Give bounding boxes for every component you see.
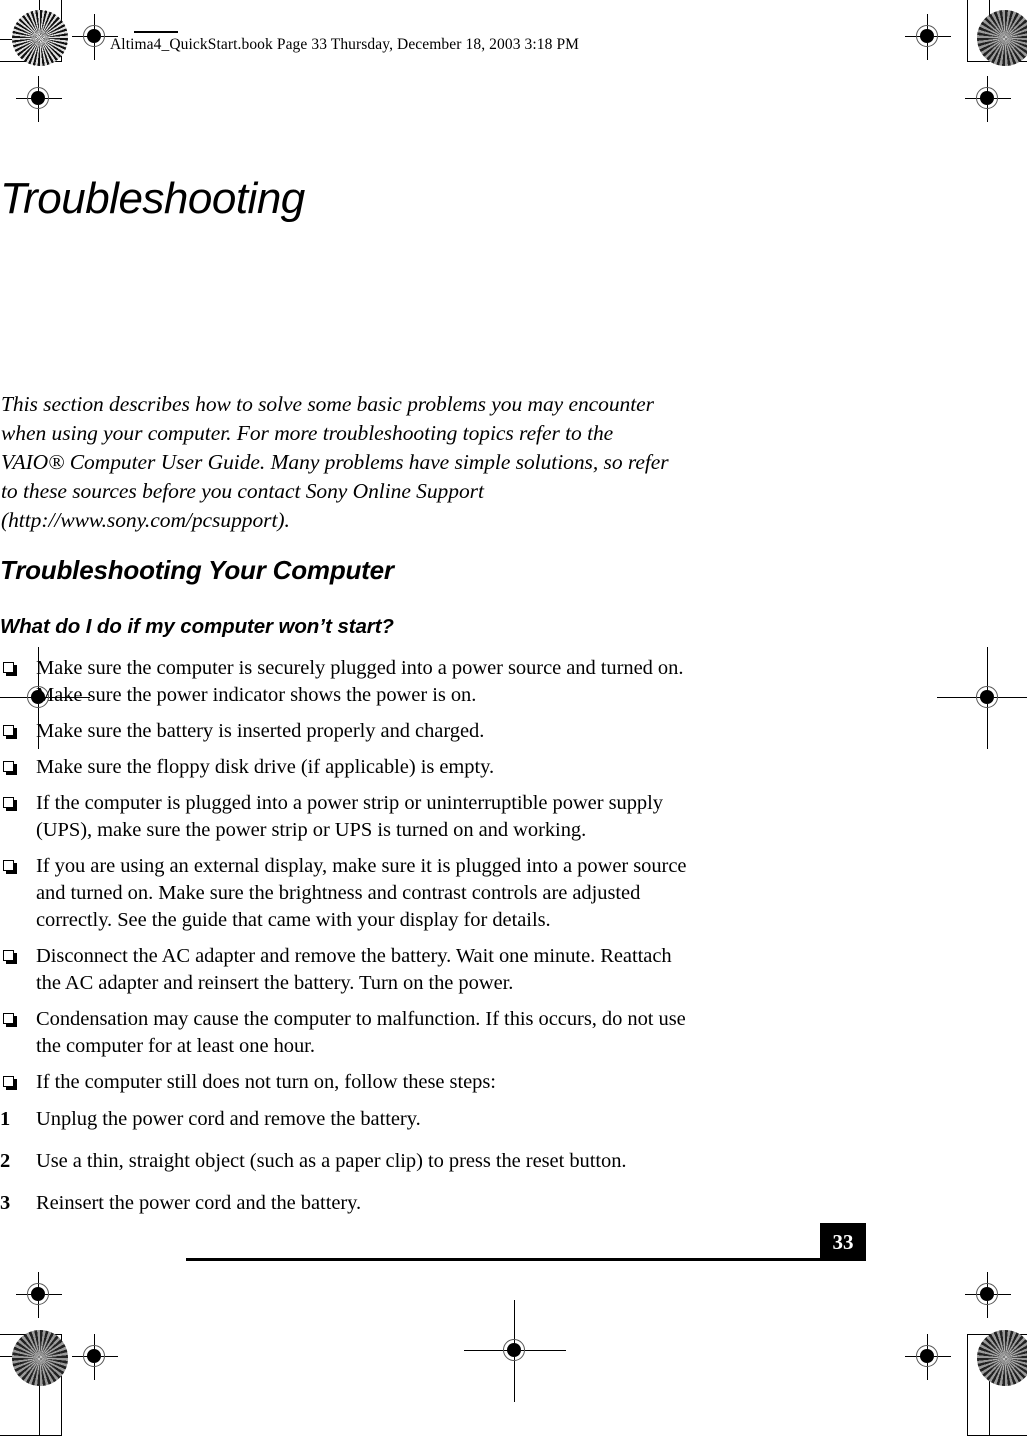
step-item: 3 Reinsert the power cord and the batter… — [0, 1190, 690, 1217]
registration-target-bottom-left-outer — [16, 1272, 62, 1318]
numbered-step-list: 1 Unplug the power cord and remove the b… — [0, 1106, 690, 1217]
crop-box-bottom-left-outer — [0, 1334, 62, 1436]
square-bullet-icon — [3, 950, 17, 964]
halftone-rosette-bottom-left — [12, 1330, 68, 1386]
crop-box-top-left-inner — [0, 0, 40, 40]
registration-target-bottom-right-outer — [965, 1272, 1011, 1318]
square-bullet-icon — [3, 797, 17, 811]
list-item: Make sure the computer is securely plugg… — [0, 655, 690, 709]
list-item-text: If the computer is plugged into a power … — [36, 792, 663, 841]
step-number: 1 — [0, 1108, 11, 1130]
step-number: 2 — [0, 1150, 11, 1172]
intro-paragraph: This section describes how to solve some… — [1, 392, 669, 532]
registration-target-top-right-inner — [905, 14, 951, 60]
list-item: Condensation may cause the computer to m… — [0, 1006, 690, 1060]
list-item-text: Condensation may cause the computer to m… — [36, 1008, 686, 1057]
list-item-text: Make sure the battery is inserted proper… — [36, 720, 485, 742]
step-item: 2 Use a thin, straight object (such as a… — [0, 1148, 690, 1175]
troubleshooting-bullet-list: Make sure the computer is securely plugg… — [0, 655, 690, 1232]
list-item: If you are using an external display, ma… — [0, 853, 690, 934]
chapter-title: Troubleshooting — [0, 174, 305, 223]
step-number: 3 — [0, 1192, 11, 1214]
crop-box-top-right-outer — [967, 0, 1027, 62]
header-rule — [134, 31, 178, 33]
file-header-note: Altima4_QuickStart.book Page 33 Thursday… — [110, 36, 580, 53]
halftone-rosette-top-left — [12, 10, 68, 66]
crop-box-bottom-right-outer — [967, 1334, 1027, 1436]
question-heading: What do I do if my computer won’t start? — [0, 615, 394, 638]
registration-target-right-center — [937, 647, 1027, 749]
step-text: Reinsert the power cord and the battery. — [36, 1192, 362, 1214]
registration-target-top-right-outer — [965, 76, 1011, 122]
square-bullet-icon — [3, 860, 17, 874]
page-number-badge: 33 — [820, 1223, 866, 1261]
registration-target-bottom-left-inner — [72, 1334, 118, 1380]
step-text: Unplug the power cord and remove the bat… — [36, 1108, 421, 1130]
registration-target-top-left-outer — [16, 76, 62, 122]
halftone-rosette-bottom-right — [977, 1330, 1027, 1386]
crop-box-top-left-outer — [0, 0, 62, 62]
crop-box-bottom-right-inner — [989, 1356, 1027, 1436]
list-item: If the computer still does not turn on, … — [0, 1069, 690, 1096]
registration-target-bottom-center — [464, 1300, 566, 1402]
step-item: 1 Unplug the power cord and remove the b… — [0, 1106, 690, 1133]
list-item-text: If the computer still does not turn on, … — [36, 1071, 496, 1093]
section-heading: Troubleshooting Your Computer — [0, 555, 394, 585]
list-item-text: If you are using an external display, ma… — [36, 855, 687, 931]
halftone-rosette-top-right — [977, 10, 1027, 66]
list-item: Make sure the floppy disk drive (if appl… — [0, 754, 690, 781]
list-item-text: Make sure the computer is securely plugg… — [36, 657, 684, 706]
crop-box-bottom-left-inner — [0, 1356, 40, 1436]
list-item: Make sure the battery is inserted proper… — [0, 718, 690, 745]
footer-rule — [186, 1258, 820, 1261]
square-bullet-icon — [3, 761, 17, 775]
list-item: Disconnect the AC adapter and remove the… — [0, 943, 690, 997]
step-text: Use a thin, straight object (such as a p… — [36, 1150, 627, 1172]
list-item: If the computer is plugged into a power … — [0, 790, 690, 844]
square-bullet-icon — [3, 662, 17, 676]
list-item-text: Make sure the floppy disk drive (if appl… — [36, 756, 495, 778]
list-item-text: Disconnect the AC adapter and remove the… — [36, 945, 672, 994]
square-bullet-icon — [3, 1013, 17, 1027]
square-bullet-icon — [3, 725, 17, 739]
crop-box-top-right-inner — [989, 0, 1027, 40]
registration-target-bottom-right-inner — [905, 1334, 951, 1380]
square-bullet-icon — [3, 1076, 17, 1090]
